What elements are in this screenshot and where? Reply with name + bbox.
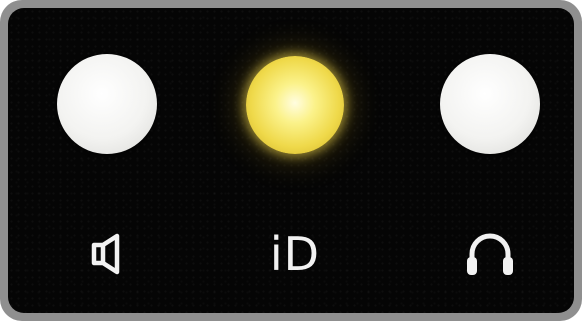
identify-label: iD [245,224,345,284]
device-bezel: iD [0,0,582,321]
headphones-label [460,224,520,284]
identify-button-lit[interactable] [246,56,344,154]
headphones-icon [467,233,513,275]
speaker-button[interactable] [57,54,157,154]
control-panel: iD [8,8,574,313]
identify-label-text: iD [269,227,321,281]
speaker-label [78,224,138,284]
headphones-button[interactable] [440,54,540,154]
speaker-icon [91,233,120,275]
